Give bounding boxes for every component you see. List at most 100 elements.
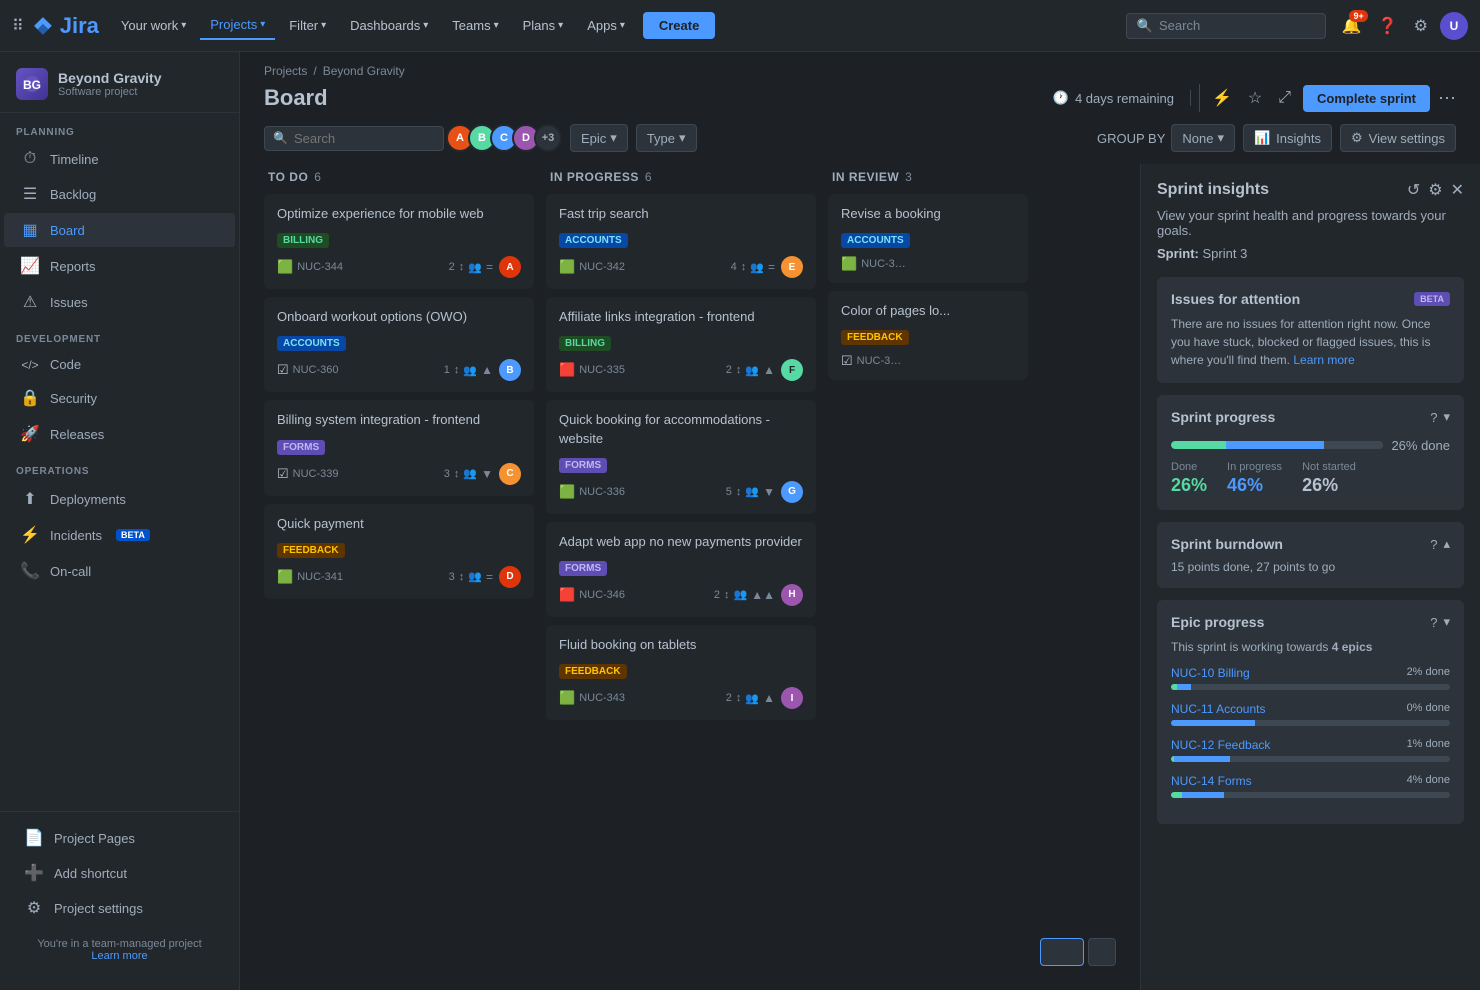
sidebar-item-issues[interactable]: ⚠ Issues [4,285,235,319]
board-controls: 🕐 4 days remaining ⚡ ☆ ⤢ Complete sprint… [1053,84,1456,112]
deployments-icon: ⬆ [20,489,40,509]
table-row[interactable]: Optimize experience for mobile web BILLI… [264,194,534,289]
sidebar-item-security[interactable]: 🔒 Security [4,381,235,415]
table-row[interactable]: Billing system integration - frontend FO… [264,400,534,495]
view-settings-button[interactable]: ⚙ View settings [1340,124,1456,152]
table-row[interactable]: Color of pages lo... FEEDBACK ☑ NUC-3… [828,291,1028,380]
sprint-burndown-section: Sprint burndown ? ▴ 15 points done, 27 p… [1157,522,1464,588]
table-row[interactable]: Affiliate links integration - frontend B… [546,297,816,392]
expand-icon[interactable]: ⤢ [1274,85,1295,111]
nav-plans[interactable]: Plans▾ [513,12,574,39]
user-avatar[interactable]: U [1440,12,1468,40]
sidebar-item-incidents[interactable]: ⚡ Incidents BETA [4,518,235,552]
sidebar-item-board[interactable]: ▦ Board [4,213,235,247]
star-icon[interactable]: ☆ [1244,84,1266,112]
card-id: NUC-335 [579,364,625,376]
card-type-icon: 🟩 [559,690,575,706]
jira-logo[interactable]: Jira [32,13,99,39]
breadcrumb-project[interactable]: Beyond Gravity [323,64,405,78]
type-filter[interactable]: Type ▾ [636,124,697,152]
issues-attention-learn-more[interactable]: Learn more [1293,353,1354,367]
sidebar-item-timeline[interactable]: ⏱ Timeline [4,143,235,175]
sidebar-item-oncall[interactable]: 📞 On-call [4,554,235,588]
table-row[interactable]: Quick booking for accommodations - websi… [546,400,816,513]
epic-forms-name[interactable]: NUC-14 Forms [1171,774,1252,788]
search-input[interactable] [1159,18,1299,33]
column-todo: TO DO 6 Optimize experience for mobile w… [264,164,534,974]
epic-item-billing-header: NUC-10 Billing 2% done [1171,666,1450,680]
nav-teams[interactable]: Teams▾ [442,12,508,39]
col-todo-header: TO DO 6 [264,164,534,194]
col-inprogress-count: 6 [645,170,652,184]
epic-billing-name[interactable]: NUC-10 Billing [1171,666,1250,680]
card-title: Affiliate links integration - frontend [559,308,803,326]
help-button[interactable]: ❓ [1374,12,1402,40]
sidebar-item-reports[interactable]: 📈 Reports [4,249,235,283]
epic-progress-collapse[interactable]: ▾ [1443,614,1450,630]
card-epic: FEEDBACK [841,330,909,345]
table-row[interactable]: Fluid booking on tablets FEEDBACK 🟩 NUC-… [546,625,816,720]
table-row[interactable]: Fast trip search ACCOUNTS 🟩 NUC-342 4 ↕ [546,194,816,289]
nav-apps[interactable]: Apps▾ [577,12,635,39]
epic-item-forms-header: NUC-14 Forms 4% done [1171,774,1450,788]
avatar: F [781,359,803,381]
people-icon: 👥 [468,261,482,274]
settings-icon[interactable]: ⚙ [1428,180,1442,200]
grid-icon[interactable]: ⠿ [12,16,24,36]
people-icon: 👥 [745,364,759,377]
insights-button[interactable]: 📊 Insights [1243,124,1332,152]
help-icon[interactable]: ? [1430,537,1437,552]
board-search[interactable]: 🔍 [264,126,444,151]
notifications-button[interactable]: 🔔 9+ [1338,12,1366,40]
sidebar-footer: 📄 Project Pages ➕ Add shortcut ⚙ Project… [0,811,239,974]
nav-dashboards[interactable]: Dashboards▾ [340,12,438,39]
epic-accounts-name[interactable]: NUC-11 Accounts [1171,702,1265,716]
releases-icon: 🚀 [20,424,40,444]
table-row[interactable]: Onboard workout options (OWO) ACCOUNTS ☑… [264,297,534,392]
nav-filter[interactable]: Filter▾ [279,12,336,39]
table-row[interactable]: Revise a booking ACCOUNTS 🟩 NUC-3… [828,194,1028,283]
sprint-burndown-title: Sprint burndown [1171,536,1283,552]
create-button[interactable]: Create [643,12,715,39]
sidebar-item-project-pages[interactable]: 📄 Project Pages [8,821,231,855]
avatar-more[interactable]: +3 [534,124,562,152]
nav-your-work[interactable]: Your work▾ [111,12,196,39]
epic-filter[interactable]: Epic ▾ [570,124,628,152]
card-epic: FORMS [277,440,325,455]
card-title: Color of pages lo... [841,302,1015,320]
epic-feedback-name[interactable]: NUC-12 Feedback [1171,738,1270,752]
epic-progress-intro: This sprint is working towards 4 epics [1171,638,1450,656]
epic-item-forms: NUC-14 Forms 4% done [1171,774,1450,798]
help-icon[interactable]: ? [1430,615,1437,630]
settings-button[interactable]: ⚙ [1410,12,1432,40]
page-btn-1[interactable] [1040,938,1084,966]
sidebar-item-backlog[interactable]: ☰ Backlog [4,177,235,211]
table-row[interactable]: Adapt web app no new payments provider F… [546,522,816,617]
close-icon[interactable]: ✕ [1451,180,1464,200]
sidebar-item-add-shortcut[interactable]: ➕ Add shortcut [8,856,231,890]
sidebar-item-deployments[interactable]: ⬆ Deployments [4,482,235,516]
more-options-button[interactable]: ⋯ [1438,88,1456,109]
lightning-icon[interactable]: ⚡ [1208,84,1236,112]
epic-item-accounts: NUC-11 Accounts 0% done [1171,702,1450,726]
sidebar-item-code[interactable]: </> Code [4,350,235,379]
column-inreview: IN REVIEW 3 Revise a booking ACCOUNTS 🟩 … [828,164,1028,974]
refresh-icon[interactable]: ↺ [1407,180,1420,200]
learn-more-link[interactable]: Learn more [91,950,147,962]
sidebar-item-project-settings[interactable]: ⚙ Project settings [8,891,231,925]
breadcrumb-projects[interactable]: Projects [264,64,307,78]
sidebar-item-releases[interactable]: 🚀 Releases [4,417,235,451]
page-btn-2[interactable] [1088,938,1116,966]
board-search-input[interactable] [294,131,414,146]
complete-sprint-button[interactable]: Complete sprint [1303,85,1430,112]
sidebar-project[interactable]: BG Beyond Gravity Software project [0,52,239,113]
nav-projects[interactable]: Projects▾ [200,11,275,40]
help-icon[interactable]: ? [1430,410,1437,425]
group-by-select[interactable]: None ▾ [1171,124,1235,152]
sprint-progress-collapse[interactable]: ▾ [1443,409,1450,425]
global-search[interactable]: 🔍 [1126,13,1326,39]
table-row[interactable]: Quick payment FEEDBACK 🟩 NUC-341 3 ↕ [264,504,534,599]
card-title: Fluid booking on tablets [559,636,803,654]
board-toolbar: 🔍 A B C D +3 Epic ▾ Type ▾ GROUP BY [240,124,1480,164]
sprint-burndown-expand[interactable]: ▴ [1443,536,1450,552]
